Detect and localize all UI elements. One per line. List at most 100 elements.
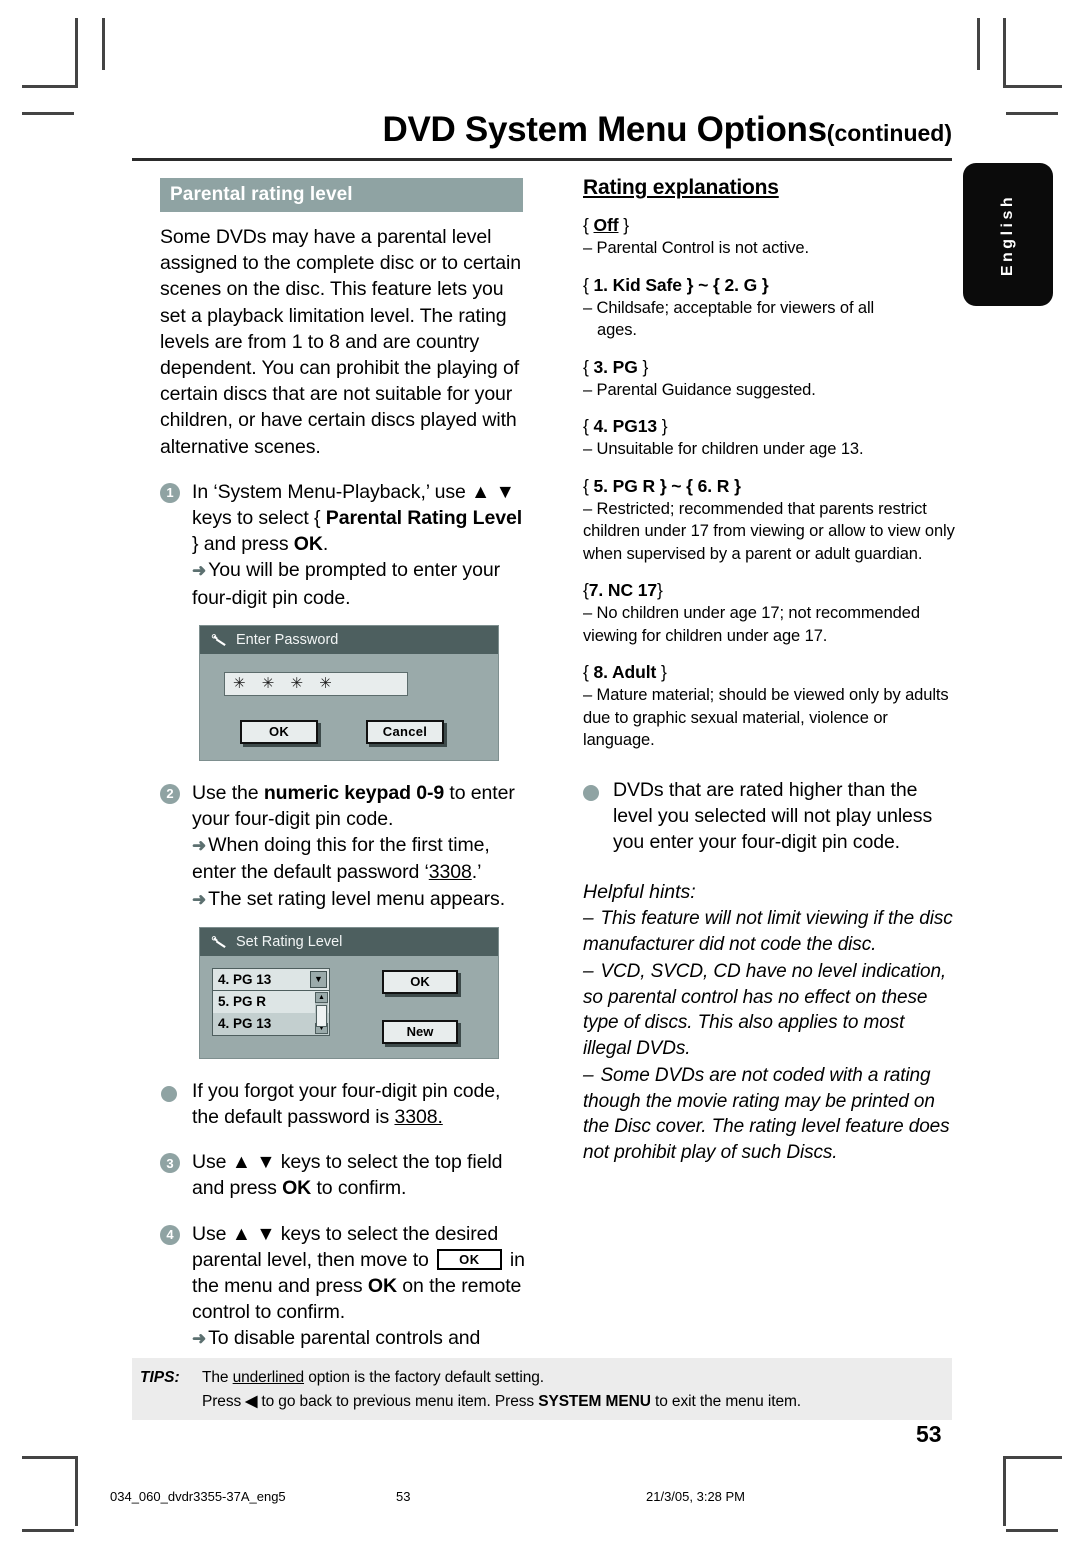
footer-file-name: 034_060_dvdr3355-37A_eng5: [110, 1489, 286, 1504]
step-1-body: In ‘System Menu-Playback,’ use ▲ ▼ keys …: [192, 479, 528, 611]
term-open: {: [583, 274, 594, 295]
enter-password-buttons: OK Cancel: [240, 719, 484, 744]
tips-label: TIPS:: [140, 1369, 180, 1386]
step-2-body: Use the numeric keypad 0-9 to enter your…: [192, 780, 528, 913]
step-2-number: 2: [160, 783, 180, 804]
language-tab-label: English: [999, 193, 1016, 276]
scrollbar[interactable]: ▲ ▼: [315, 991, 328, 1034]
term-close: }: [657, 580, 663, 600]
rating-level-selected-value: 4. PG 13: [218, 971, 272, 987]
enter-password-dialog: Enter Password ✳ ✳ ✳ ✳ OK Cancel: [199, 624, 499, 761]
section-heading-parental-rating-level: Parental rating level: [160, 178, 523, 212]
helpful-hint-text: Some DVDs are not coded with a rating th…: [583, 1065, 950, 1163]
rating-entry-term: { 4. PG13 }: [583, 416, 955, 437]
term-label: 5. PG R: [593, 475, 656, 496]
step-4-number: 4: [160, 1224, 180, 1245]
term-close: } ~ { 6. R }: [655, 475, 741, 496]
bullet-dot-icon: [161, 1085, 177, 1102]
step-2-note-2-text: The set rating level menu appears.: [208, 887, 506, 910]
list-item[interactable]: 5. PG R: [213, 991, 329, 1013]
helpful-hint: – This feature will not limit viewing if …: [583, 906, 955, 957]
crop-mark-bl-tick: [22, 1529, 74, 1532]
crop-mark-bl-h: [22, 1456, 78, 1459]
crop-mark-tr-v: [1003, 18, 1006, 88]
crop-mark-tl-v: [75, 18, 78, 88]
crop-mark-bl-v: [75, 1456, 78, 1526]
rating-entry-desc-line2: ages.: [597, 321, 637, 339]
term-label: 3. PG: [593, 356, 638, 377]
step-2-note-1-b: .’: [471, 861, 482, 884]
tips-text-1: The underlined option is the factory def…: [202, 1366, 544, 1390]
rating-new-button[interactable]: New: [382, 1019, 458, 1044]
step-1-text-c: } and press: [192, 533, 294, 556]
chevron-down-icon[interactable]: ▼: [310, 970, 327, 988]
rating-select-group: 4. PG 13 ▼ 5. PG R 4. PG 13 ▲ ▼: [212, 967, 330, 1044]
bullet-dot-icon: [583, 784, 599, 801]
password-cancel-button[interactable]: Cancel: [366, 719, 444, 744]
inline-ok-button-graphic: OK: [437, 1248, 502, 1270]
tips-row-2: Press ◀ to go back to previous menu item…: [140, 1390, 952, 1414]
helpful-hint: – Some DVDs are not coded with a rating t…: [583, 1063, 955, 1165]
term-label: Off: [593, 215, 619, 235]
crop-mark-br-tick: [1006, 1529, 1058, 1532]
step-1: 1 In ‘System Menu-Playback,’ use ▲ ▼ key…: [160, 479, 528, 611]
system-menu-key: SYSTEM MENU: [538, 1393, 651, 1410]
page-title: DVD System Menu Options(continued): [382, 110, 952, 149]
enter-password-titlebar: Enter Password: [200, 625, 498, 654]
arrow-right-icon: ➜: [192, 889, 207, 909]
step-2-bold-keypad: numeric keypad 0-9: [263, 781, 445, 804]
crop-mark-tr-h: [1006, 85, 1062, 88]
footer-timestamp: 21/3/05, 3:28 PM: [646, 1489, 746, 1504]
tips-label-spacer: [140, 1390, 202, 1414]
rating-level-list[interactable]: 5. PG R 4. PG 13 ▲ ▼: [212, 990, 330, 1036]
rating-ok-button[interactable]: OK: [382, 969, 458, 994]
helpful-hint-text: This feature will not limit viewing if t…: [583, 908, 953, 955]
arrow-right-icon: ➜: [192, 561, 207, 581]
term-close: }: [637, 356, 649, 377]
step-2-text-a: Use the: [192, 781, 264, 804]
term-label: 4. PG13: [593, 416, 658, 436]
step-1-text-a: In ‘System Menu-Playback,’ use: [192, 480, 472, 503]
scroll-up-icon[interactable]: ▲: [315, 991, 328, 1003]
term-close: }: [657, 416, 668, 436]
term-label: 1. Kid Safe: [593, 274, 682, 295]
crop-mark-tr-tick2: [1006, 112, 1058, 115]
tips-line1-b: option is the factory default setting.: [304, 1369, 544, 1386]
crop-mark-br-v: [1003, 1456, 1006, 1526]
rating-entry-desc: – Parental Guidance suggested.: [583, 380, 816, 399]
step-4-ok-key: OK: [367, 1275, 397, 1298]
language-tab-english: English: [963, 163, 1053, 306]
term-open: {: [583, 416, 594, 436]
step-1-text-d: .: [322, 533, 329, 556]
password-ok-button[interactable]: OK: [240, 719, 318, 744]
crop-mark-br-h: [1006, 1456, 1062, 1459]
password-input[interactable]: ✳ ✳ ✳ ✳: [224, 671, 408, 696]
crop-mark-tl-h: [22, 85, 78, 88]
hint-dash: –: [583, 961, 594, 983]
arrow-right-icon: ➜: [192, 836, 207, 856]
term-close: }: [656, 662, 667, 682]
right-bullet-text: DVDs that are rated higher than the leve…: [613, 778, 933, 853]
term-open: {: [583, 475, 594, 496]
step-2-note-2: ➜ The set rating level menu appears.: [192, 886, 528, 913]
helpful-hint-text: VCD, SVCD, CD have no level indication, …: [583, 961, 947, 1059]
step-4-text-a: Use: [192, 1222, 232, 1245]
rating-entry-desc: – No children under age 17; not recommen…: [583, 604, 920, 645]
step-4-body: Use ▲ ▼ keys to select the desired paren…: [192, 1221, 528, 1379]
intro-paragraph: Some DVDs may have a parental level assi…: [160, 226, 521, 458]
rating-entry-desc: – Childsafe; acceptable for viewers of a…: [583, 297, 955, 342]
set-rating-level-body: 4. PG 13 ▼ 5. PG R 4. PG 13 ▲ ▼ OK New: [200, 956, 498, 1058]
helpful-hint: – VCD, SVCD, CD have no level indication,…: [583, 959, 955, 1061]
list-item[interactable]: 4. PG 13: [213, 1012, 329, 1035]
tips-underlined-word: underlined: [232, 1369, 305, 1386]
step-3-ok-key: OK: [282, 1177, 312, 1200]
rating-level-select[interactable]: 4. PG 13 ▼: [212, 967, 330, 991]
scrollbar-thumb[interactable]: [316, 1004, 327, 1027]
rating-entry-desc: – Mature material; should be viewed only…: [583, 686, 949, 749]
page-number: 53: [916, 1421, 942, 1447]
tips-row-1: TIPS: The underlined option is the facto…: [140, 1366, 952, 1390]
wrench-icon: [210, 935, 227, 949]
bullet-forgot-pin: If you forgot your four-digit pin code, …: [160, 1078, 528, 1130]
tips-line1-a: The: [202, 1369, 233, 1386]
rating-entry-term: { 5. PG R } ~ { 6. R }: [583, 476, 955, 497]
